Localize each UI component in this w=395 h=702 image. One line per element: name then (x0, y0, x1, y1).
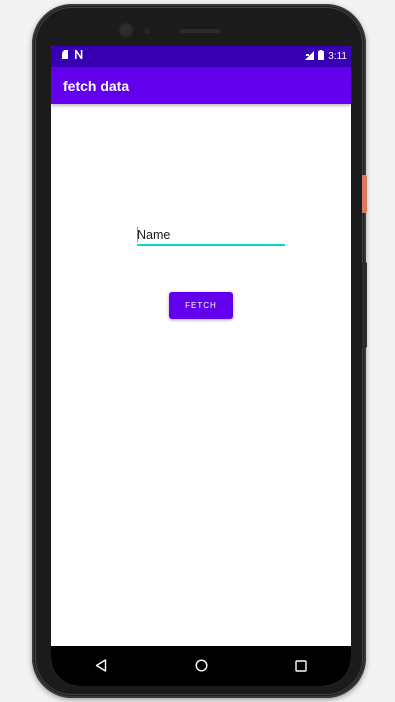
notification-n-icon (74, 50, 83, 62)
home-icon (194, 657, 208, 676)
sensor-icon (144, 28, 150, 34)
app-bar: fetch data (51, 67, 351, 104)
main-content: FETCH (51, 104, 351, 644)
app-title: fetch data (63, 77, 130, 94)
text-cursor (137, 227, 138, 242)
recents-button[interactable] (281, 651, 321, 681)
status-bar: 3:11 (51, 46, 351, 67)
recents-icon (295, 657, 307, 676)
status-left-icons (61, 50, 83, 62)
sim-icon (61, 50, 69, 62)
fetch-button[interactable]: FETCH (169, 292, 233, 319)
home-button[interactable] (181, 651, 221, 681)
status-time: 3:11 (328, 51, 347, 62)
battery-icon (318, 50, 325, 63)
back-button[interactable] (81, 651, 121, 681)
navigation-bar (51, 646, 351, 686)
front-camera-icon (120, 24, 132, 36)
status-right-icons: 3:11 (305, 50, 347, 63)
signal-icon (305, 50, 315, 63)
back-icon (95, 657, 107, 676)
device-screen: 3:11 fetch data FETCH (51, 46, 351, 686)
volume-button (362, 262, 367, 348)
name-input[interactable] (137, 226, 285, 246)
power-button (362, 175, 367, 213)
speaker-grille (180, 29, 220, 33)
